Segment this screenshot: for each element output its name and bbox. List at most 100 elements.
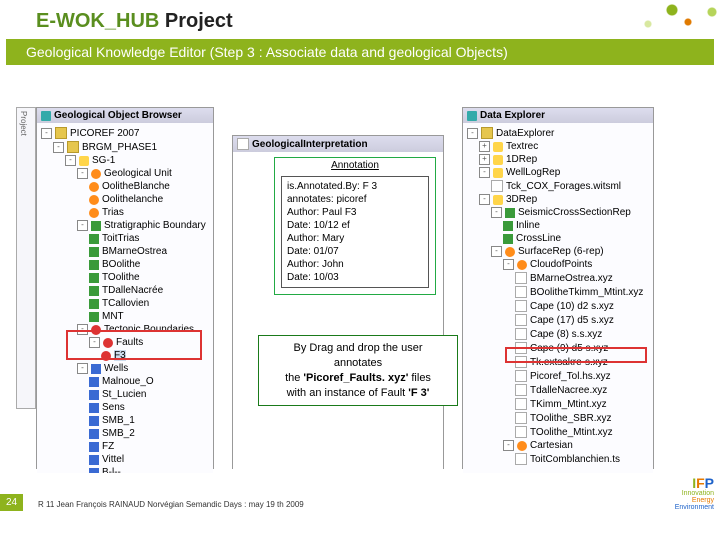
well-icon bbox=[89, 429, 99, 439]
tree-item[interactable]: Vittel bbox=[102, 454, 124, 465]
annotation-box: Annotation is.Annotated.By: F 3 annotate… bbox=[274, 157, 436, 295]
collapse-icon[interactable]: - bbox=[77, 168, 88, 179]
collapse-icon[interactable]: - bbox=[503, 259, 514, 270]
tree-3drep[interactable]: 3DRep bbox=[506, 194, 537, 205]
tree-item[interactable]: ToitTrias bbox=[102, 233, 139, 244]
tree-surfacerep[interactable]: SurfaceRep (6-rep) bbox=[518, 246, 604, 257]
data-icon bbox=[467, 111, 477, 121]
tree-welllogrep[interactable]: WellLogRep bbox=[506, 167, 560, 178]
earth-icon bbox=[41, 111, 51, 121]
tree-item[interactable]: TKimm_Mtint.xyz bbox=[530, 399, 607, 410]
expand-icon[interactable]: + bbox=[479, 141, 490, 152]
collapse-icon[interactable]: - bbox=[77, 363, 88, 374]
expand-icon[interactable]: + bbox=[479, 154, 490, 165]
tree-right[interactable]: - DataExplorer + Textrec +1DRep - WellLogRe… bbox=[463, 123, 653, 473]
tree-sg[interactable]: SG-1 bbox=[92, 155, 115, 166]
tree-tectonic-boundaries[interactable]: Tectonic Boundaries bbox=[104, 324, 194, 335]
page-number: 24 bbox=[0, 494, 23, 511]
tree-left[interactable]: -PICOREF 2007 -BRGM_PHASE1 -SG-1 -Geolog… bbox=[37, 123, 213, 473]
tree-item[interactable]: TOolithe_SBR.xyz bbox=[530, 413, 612, 424]
panel-title-right: Data Explorer bbox=[480, 110, 545, 121]
tree-item[interactable]: TDalleNacrée bbox=[102, 285, 163, 296]
item-icon bbox=[503, 234, 513, 244]
tree-cartesian[interactable]: Cartesian bbox=[530, 440, 573, 451]
tree-item[interactable]: Oolithelanche bbox=[102, 194, 163, 205]
collapse-icon[interactable]: - bbox=[65, 155, 76, 166]
item-icon bbox=[89, 208, 99, 218]
collapse-icon[interactable]: - bbox=[467, 128, 478, 139]
panel-header-mid[interactable]: GeologicalInterpretation bbox=[233, 136, 443, 152]
anno-line: Author: John bbox=[287, 258, 423, 271]
tree-item[interactable]: St_Lucien bbox=[102, 389, 146, 400]
tree-item[interactable]: TCallovien bbox=[102, 298, 149, 309]
tree-item[interactable]: Cape (9) d5 s.xyz bbox=[530, 343, 608, 354]
collapse-icon[interactable]: - bbox=[503, 440, 514, 451]
anno-line: Author: Paul F3 bbox=[287, 206, 423, 219]
left-dock-tabs[interactable]: Project bbox=[16, 107, 36, 409]
caption-line: annotates bbox=[267, 356, 449, 371]
tree-item[interactable]: 1DRep bbox=[506, 154, 537, 165]
tree-item[interactable]: SMB_1 bbox=[102, 415, 135, 426]
collapse-icon[interactable]: - bbox=[77, 220, 88, 231]
tree-item[interactable]: Malnoue_O bbox=[102, 376, 154, 387]
tree-item[interactable]: OolitheBlanche bbox=[102, 181, 170, 192]
tree-item[interactable]: ToitComblanchien.ts bbox=[530, 454, 620, 465]
tab-geological-interpretation[interactable]: GeologicalInterpretation bbox=[252, 139, 368, 150]
collapse-icon[interactable]: - bbox=[77, 324, 88, 335]
well-icon bbox=[89, 403, 99, 413]
tree-faults[interactable]: Faults bbox=[116, 337, 143, 348]
tree-item[interactable]: Inline bbox=[516, 220, 540, 231]
folder-icon bbox=[67, 141, 79, 153]
caption-line: the 'Picoref_Faults. xyz' files bbox=[267, 371, 449, 386]
collapse-icon[interactable]: - bbox=[89, 337, 100, 348]
tree-item[interactable]: BMarneOstrea.xyz bbox=[530, 273, 613, 284]
tree-item[interactable]: BOolithe bbox=[102, 259, 140, 270]
tree-f3[interactable]: F3 bbox=[114, 350, 126, 361]
tree-cloudofpoints[interactable]: CloudofPoints bbox=[530, 259, 592, 270]
anno-line: Date: 01/07 bbox=[287, 245, 423, 258]
panel-header-left[interactable]: Geological Object Browser bbox=[37, 108, 213, 123]
annotation-title: Annotation bbox=[275, 158, 435, 173]
tree-stratigraphic-boundary[interactable]: Stratigraphic Boundary bbox=[104, 220, 206, 231]
faults-icon bbox=[103, 338, 113, 348]
tree-wells[interactable]: Wells bbox=[104, 363, 128, 374]
collapse-icon[interactable]: - bbox=[53, 142, 64, 153]
item-icon bbox=[89, 312, 99, 322]
tree-item[interactable]: Cape (8) s.s.xyz bbox=[530, 329, 602, 340]
tree-item[interactable]: TOolithe bbox=[102, 272, 140, 283]
tree-item[interactable]: Cape (17) d5 s.xyz bbox=[530, 315, 614, 326]
tree-seismic[interactable]: SeismicCrossSectionRep bbox=[518, 207, 631, 218]
tree-item[interactable]: B-l-- bbox=[102, 467, 121, 473]
anno-line: Date: 10/12 ef bbox=[287, 219, 423, 232]
tree-geological-unit[interactable]: Geological Unit bbox=[104, 168, 172, 179]
collapse-icon[interactable]: - bbox=[491, 246, 502, 257]
tree-item[interactable]: SMB_2 bbox=[102, 428, 135, 439]
doc-icon bbox=[237, 138, 249, 150]
tree-item[interactable]: BOolitheTkimm_Mtint.xyz bbox=[530, 287, 643, 298]
tree-root-right[interactable]: DataExplorer bbox=[496, 128, 554, 139]
tree-item[interactable]: BMarneOstrea bbox=[102, 246, 167, 257]
collapse-icon[interactable]: - bbox=[479, 194, 490, 205]
panel-title-left: Geological Object Browser bbox=[54, 110, 182, 121]
tree-item[interactable]: Tk.extsakre-s.xyz bbox=[530, 357, 608, 368]
item-icon bbox=[89, 182, 99, 192]
tree-phase[interactable]: BRGM_PHASE1 bbox=[82, 142, 157, 153]
tree-item[interactable]: Textrec bbox=[506, 141, 538, 152]
collapse-icon[interactable]: - bbox=[479, 167, 490, 178]
tree-item[interactable]: FZ bbox=[102, 441, 114, 452]
tree-item[interactable]: Picoref_Tol.hs.xyz bbox=[530, 371, 611, 382]
title-word: Project bbox=[159, 10, 232, 32]
tree-item[interactable]: TOolithe_Mtint.xyz bbox=[530, 427, 613, 438]
collapse-icon[interactable]: - bbox=[41, 128, 52, 139]
tree-root[interactable]: PICOREF 2007 bbox=[70, 128, 139, 139]
panel-header-right[interactable]: Data Explorer bbox=[463, 108, 653, 123]
collapse-icon[interactable]: - bbox=[491, 207, 502, 218]
tree-item[interactable]: MNT bbox=[102, 311, 124, 322]
tree-item[interactable]: Cape (10) d2 s.xyz bbox=[530, 301, 614, 312]
tree-item[interactable]: CrossLine bbox=[516, 233, 561, 244]
tree-item[interactable]: TdalleNacree.xyz bbox=[530, 385, 607, 396]
tree-item[interactable]: Trias bbox=[102, 207, 124, 218]
tree-item[interactable]: Tck_COX_Forages.witsml bbox=[506, 181, 621, 192]
tree-item[interactable]: Sens bbox=[102, 402, 125, 413]
rep-icon bbox=[493, 142, 503, 152]
